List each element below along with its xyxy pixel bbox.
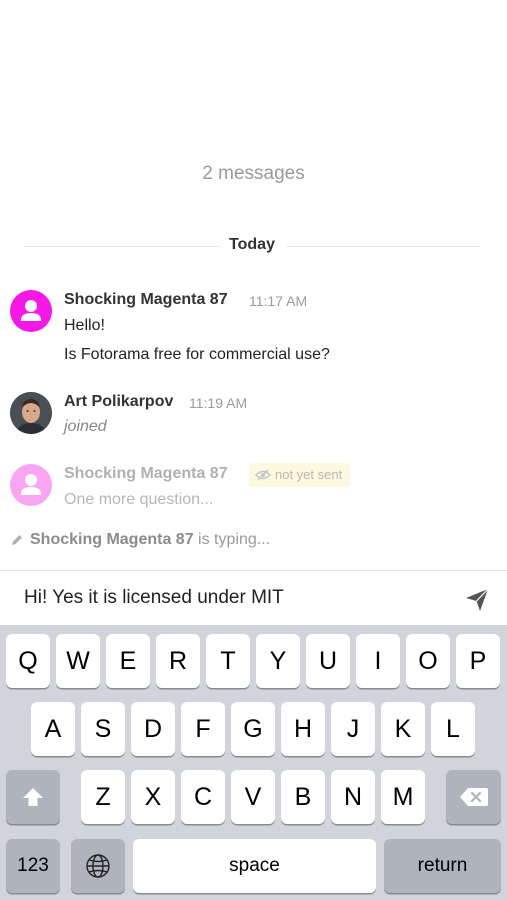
- shift-icon: [23, 788, 43, 806]
- message-time: 11:17 AM: [249, 293, 308, 309]
- user-icon: [21, 474, 41, 495]
- avatar[interactable]: [10, 392, 52, 434]
- key-c[interactable]: C: [181, 770, 225, 824]
- key-x[interactable]: X: [131, 770, 175, 824]
- key-m[interactable]: M: [381, 770, 425, 824]
- key-d[interactable]: D: [131, 702, 175, 756]
- typing-user: Shocking Magenta 87: [30, 531, 194, 548]
- status-badge: not yet sent: [249, 463, 351, 487]
- message-time: 11:19 AM: [189, 395, 248, 411]
- divider-line: [286, 246, 480, 247]
- key-r[interactable]: R: [156, 634, 200, 688]
- message-count: 2 messages: [202, 163, 305, 184]
- key-k[interactable]: K: [381, 702, 425, 756]
- message-author[interactable]: Art Polikarpov: [64, 393, 173, 411]
- key-w[interactable]: W: [56, 634, 100, 688]
- message-author[interactable]: Shocking Magenta 87: [64, 291, 228, 309]
- key-u[interactable]: U: [306, 634, 350, 688]
- user-icon: [21, 300, 41, 321]
- key-g[interactable]: G: [231, 702, 275, 756]
- key-s[interactable]: S: [81, 702, 125, 756]
- key-o[interactable]: O: [406, 634, 450, 688]
- pencil-icon: [12, 535, 22, 545]
- key-z[interactable]: Z: [81, 770, 125, 824]
- typing-suffix: is typing...: [198, 531, 271, 548]
- message-text: One more question...: [64, 491, 214, 508]
- key-v[interactable]: V: [231, 770, 275, 824]
- key-t[interactable]: T: [206, 634, 250, 688]
- message-input[interactable]: Hi! Yes it is licensed under MIT: [24, 587, 284, 609]
- backspace-icon: [459, 788, 488, 806]
- avatar[interactable]: [10, 290, 52, 332]
- key-i[interactable]: I: [356, 634, 400, 688]
- key-j[interactable]: J: [331, 702, 375, 756]
- key-f[interactable]: F: [181, 702, 225, 756]
- message-text: Hello!: [64, 317, 105, 334]
- space-key[interactable]: space: [133, 839, 376, 893]
- message-text: joined: [64, 418, 107, 435]
- message-text: Is Fotorama free for commercial use?: [64, 346, 330, 363]
- date-divider: Today: [24, 236, 480, 256]
- send-button[interactable]: [464, 587, 490, 613]
- status-badge-label: not yet sent: [275, 467, 343, 482]
- eye-slash-icon: [255, 469, 271, 481]
- key-q[interactable]: Q: [6, 634, 50, 688]
- divider-label: Today: [229, 236, 275, 253]
- keyboard: Q W E R T Y U I O P A S D F G H J K L Z …: [0, 625, 507, 900]
- key-n[interactable]: N: [331, 770, 375, 824]
- key-h[interactable]: H: [281, 702, 325, 756]
- key-b[interactable]: B: [281, 770, 325, 824]
- profile-photo: [10, 392, 52, 434]
- shift-key[interactable]: [6, 770, 60, 824]
- numbers-key[interactable]: 123: [6, 839, 60, 893]
- avatar[interactable]: [10, 464, 52, 506]
- key-l[interactable]: L: [431, 702, 475, 756]
- typing-indicator: Shocking Magenta 87 is typing...: [10, 531, 270, 549]
- globe-key[interactable]: [71, 839, 125, 893]
- chat-area: 2 messages Today Shocking Magenta 87 11:…: [0, 0, 507, 570]
- key-p[interactable]: P: [456, 634, 500, 688]
- key-a[interactable]: A: [31, 702, 75, 756]
- message-author[interactable]: Shocking Magenta 87: [64, 465, 228, 483]
- globe-icon: [86, 854, 110, 878]
- key-e[interactable]: E: [106, 634, 150, 688]
- return-key[interactable]: return: [384, 839, 501, 893]
- key-y[interactable]: Y: [256, 634, 300, 688]
- send-icon: [466, 588, 489, 611]
- backspace-key[interactable]: [446, 770, 501, 824]
- message-composer: Hi! Yes it is licensed under MIT: [0, 570, 507, 625]
